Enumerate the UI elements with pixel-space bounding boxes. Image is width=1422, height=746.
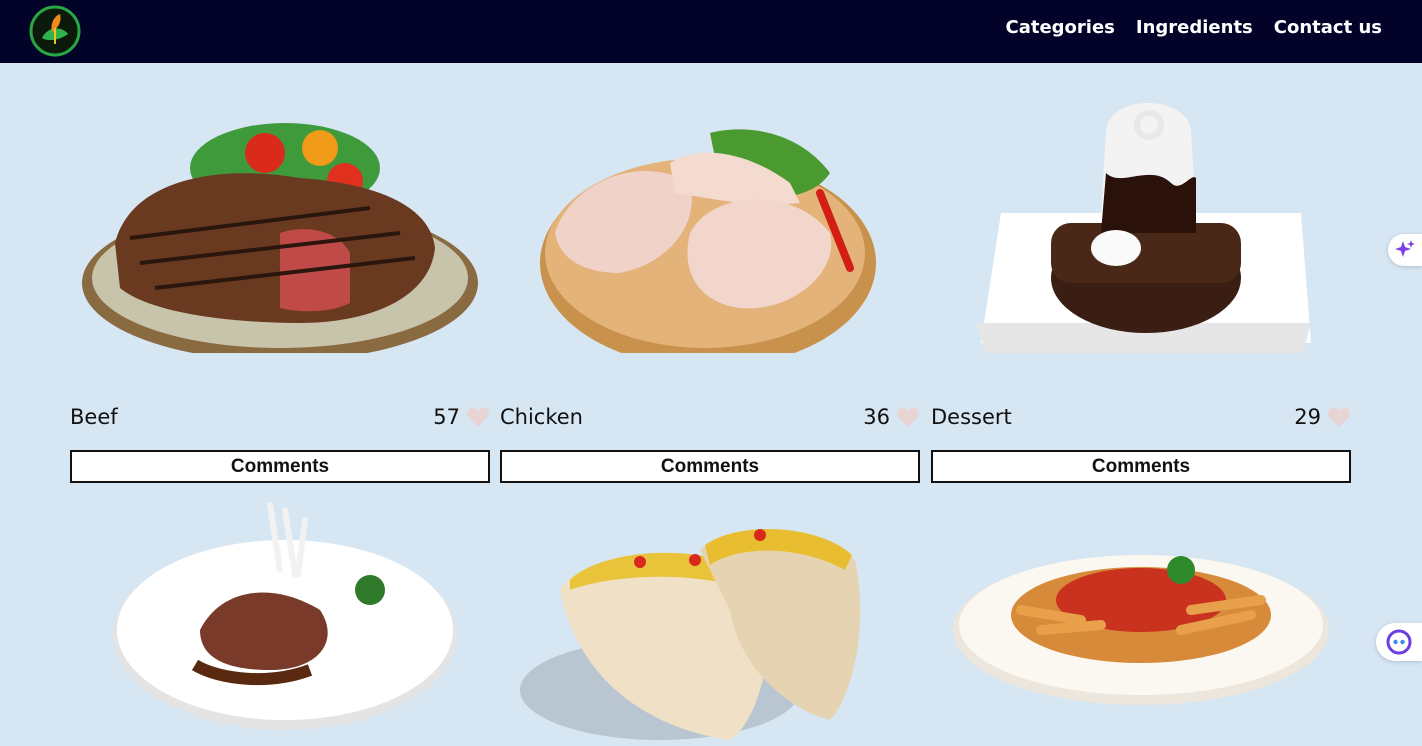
like-count: 29 (1294, 405, 1351, 429)
ai-assistant-button[interactable] (1388, 234, 1422, 266)
nav-categories[interactable]: Categories (1006, 17, 1115, 38)
heart-icon[interactable] (896, 406, 920, 428)
like-number: 36 (863, 405, 890, 429)
chat-assistant-button[interactable] (1376, 623, 1422, 661)
pasta-image (953, 555, 1329, 705)
comments-button[interactable]: Comments (70, 450, 490, 483)
top-navbar: Categories Ingredients Contact us (0, 0, 1422, 63)
sparkle-icon (1395, 240, 1415, 257)
assistant-face-icon (1386, 629, 1412, 655)
card-title: Dessert (931, 405, 1012, 429)
heart-icon[interactable] (466, 406, 490, 428)
card-title: Beef (70, 405, 118, 429)
leaf-logo-icon[interactable] (28, 4, 82, 58)
tacos-image (520, 528, 861, 740)
steak-image (82, 123, 478, 353)
like-number: 29 (1294, 405, 1321, 429)
like-count: 57 (433, 405, 490, 429)
chicken-image (540, 129, 876, 353)
comments-button[interactable]: Comments (931, 450, 1351, 483)
heart-icon[interactable] (1327, 406, 1351, 428)
nav-ingredients[interactable]: Ingredients (1136, 17, 1253, 38)
like-count: 36 (863, 405, 920, 429)
card-title: Chicken (500, 405, 583, 429)
like-number: 57 (433, 405, 460, 429)
nav-contact-us[interactable]: Contact us (1274, 17, 1382, 38)
nav-links: Categories Ingredients Contact us (1006, 17, 1383, 38)
lamb-chops-image (113, 502, 457, 730)
comments-button[interactable]: Comments (500, 450, 920, 483)
dessert-image (976, 103, 1311, 353)
